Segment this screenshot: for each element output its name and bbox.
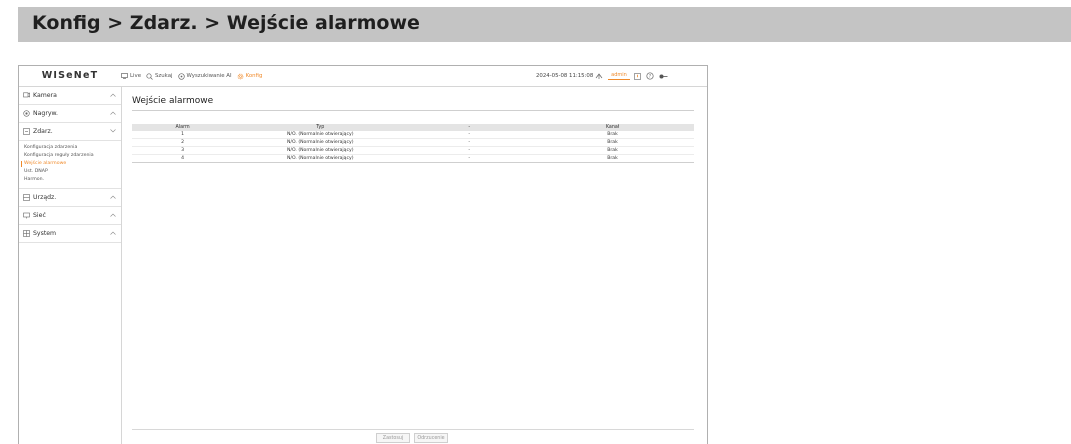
datetime-display: 2024-05-08 11:15:08 — [536, 73, 594, 79]
page-header-banner: Konfig > Zdarz. > Wejście alarmowe — [18, 7, 1071, 42]
sidebar-item-event-rule-config[interactable]: Konfiguracja reguły zdarzenia — [19, 152, 121, 160]
sidebar-section-network[interactable]: Sieć — [19, 207, 121, 225]
sidebar-section-label: Sieć — [33, 212, 46, 219]
cell-option[interactable]: - — [407, 138, 531, 147]
sidebar-section-device[interactable]: Urządz. — [19, 189, 121, 207]
cell-alarm: 3 — [132, 146, 234, 155]
device-icon — [23, 194, 30, 201]
title-divider — [132, 110, 694, 111]
system-icon — [23, 230, 30, 237]
table-row: 2 N/O. (Normalnie otwierający) - Brak — [132, 138, 694, 147]
cell-channel-select[interactable]: Brak — [531, 146, 694, 155]
cell-type-select[interactable]: N/O. (Normalnie otwierający) — [233, 131, 408, 139]
footer-divider — [132, 429, 694, 430]
app-window: WISeNeT Live Szukaj Wyszukiwanie AI Konf… — [18, 65, 708, 444]
gear-icon — [237, 73, 244, 80]
sidebar-item-event-config[interactable]: Konfiguracja zdarzenia — [19, 144, 121, 152]
alarm-input-table: Alarm Typ - Kanał 1 N/O. (Normalnie otwi… — [132, 124, 694, 163]
cell-option[interactable]: - — [407, 154, 531, 163]
chevron-down-icon — [110, 129, 116, 133]
cell-type-select[interactable]: N/O. (Normalnie otwierający) — [233, 146, 408, 155]
cancel-button[interactable]: Odrzucenie — [414, 433, 448, 443]
camera-icon — [23, 92, 30, 98]
chevron-up-icon — [110, 195, 116, 199]
sidebar-section-label: Nagryw. — [33, 110, 59, 117]
main-content: Wejście alarmowe Alarm Typ - Kanał 1 N/O… — [122, 87, 707, 444]
table-header-row: Alarm Typ - Kanał — [132, 124, 694, 131]
sidebar-section-label: System — [33, 230, 57, 237]
page-title: Wejście alarmowe — [132, 96, 214, 106]
top-bar: WISeNeT Live Szukaj Wyszukiwanie AI Konf… — [19, 66, 707, 87]
chevron-up-icon — [110, 93, 116, 97]
breadcrumb: Konfig > Zdarz. > Wejście alarmowe — [32, 12, 420, 34]
column-header-alarm: Alarm — [132, 124, 234, 131]
apply-button[interactable]: Zastosuj — [376, 433, 410, 443]
cell-alarm: 4 — [132, 154, 234, 163]
cell-option[interactable]: - — [407, 131, 531, 139]
sidebar-section-label: Urządz. — [33, 194, 57, 201]
nav-search[interactable]: Szukaj — [146, 72, 173, 80]
monitor-icon — [121, 73, 128, 79]
help-icon[interactable]: ? — [646, 72, 654, 80]
main-nav: Live Szukaj Wyszukiwanie AI Konfig — [121, 66, 267, 86]
nav-config[interactable]: Konfig — [237, 73, 263, 80]
sidebar-item-dnap[interactable]: Ust. DNAP — [19, 168, 121, 176]
nav-ai-search-label: Wyszukiwanie AI — [186, 73, 232, 79]
topbar-actions: admin ? — [595, 66, 673, 86]
chevron-up-icon — [110, 213, 116, 217]
cell-alarm: 2 — [132, 138, 234, 147]
cell-channel-select[interactable]: Brak — [531, 154, 694, 163]
column-header-dash: - — [407, 124, 531, 131]
cell-channel-select[interactable]: Brak — [531, 131, 694, 139]
cell-type-select[interactable]: N/O. (Normalnie otwierający) — [233, 154, 408, 163]
cell-alarm: 1 — [132, 131, 234, 139]
record-icon — [23, 110, 30, 117]
ai-search-icon — [177, 72, 185, 80]
nav-search-label: Szukaj — [155, 73, 173, 79]
table-row: 4 N/O. (Normalnie otwierający) - Brak — [132, 154, 694, 163]
chevron-up-icon — [110, 111, 116, 115]
logout-icon[interactable] — [659, 73, 668, 80]
sidebar-section-label: Kamera — [33, 92, 57, 99]
table-row: 3 N/O. (Normalnie otwierający) - Brak — [132, 146, 694, 155]
cell-option[interactable]: - — [407, 146, 531, 155]
search-icon — [146, 72, 153, 80]
sidebar-section-camera[interactable]: Kamera — [19, 87, 121, 105]
logo: WISeNeT — [41, 70, 99, 81]
column-header-channel: Kanał — [531, 124, 694, 131]
nav-config-label: Konfig — [245, 73, 263, 79]
chevron-up-icon — [110, 231, 116, 235]
cell-channel-select[interactable]: Brak — [531, 138, 694, 147]
column-header-type: Typ — [233, 124, 408, 131]
network-icon — [23, 212, 30, 219]
sidebar-section-event[interactable]: Zdarz. — [19, 123, 121, 141]
sidebar-item-alarm-input[interactable]: Wejście alarmowe — [19, 160, 121, 168]
export-icon[interactable] — [595, 72, 603, 80]
sidebar-section-label: Zdarz. — [33, 128, 53, 135]
event-submenu: Konfiguracja zdarzenia Konfiguracja regu… — [19, 141, 121, 189]
active-indicator — [21, 161, 22, 167]
notification-icon[interactable] — [634, 72, 641, 80]
nav-ai-search[interactable]: Wyszukiwanie AI — [177, 72, 232, 80]
event-icon — [23, 128, 30, 135]
cell-type-select[interactable]: N/O. (Normalnie otwierający) — [233, 138, 408, 147]
sidebar-item-label: Wejście alarmowe — [24, 161, 67, 166]
nav-live-label: Live — [130, 73, 142, 79]
sidebar-item-schedule[interactable]: Harmon. — [19, 176, 121, 184]
nav-live[interactable]: Live — [121, 73, 141, 79]
sidebar: Kamera Nagryw. Zdarz. Konfiguracja zdarz… — [19, 87, 122, 444]
table-row: 1 N/O. (Normalnie otwierający) - Brak — [132, 131, 694, 139]
sidebar-section-record[interactable]: Nagryw. — [19, 105, 121, 123]
user-account[interactable]: admin — [608, 72, 630, 80]
sidebar-section-system[interactable]: System — [19, 225, 121, 243]
